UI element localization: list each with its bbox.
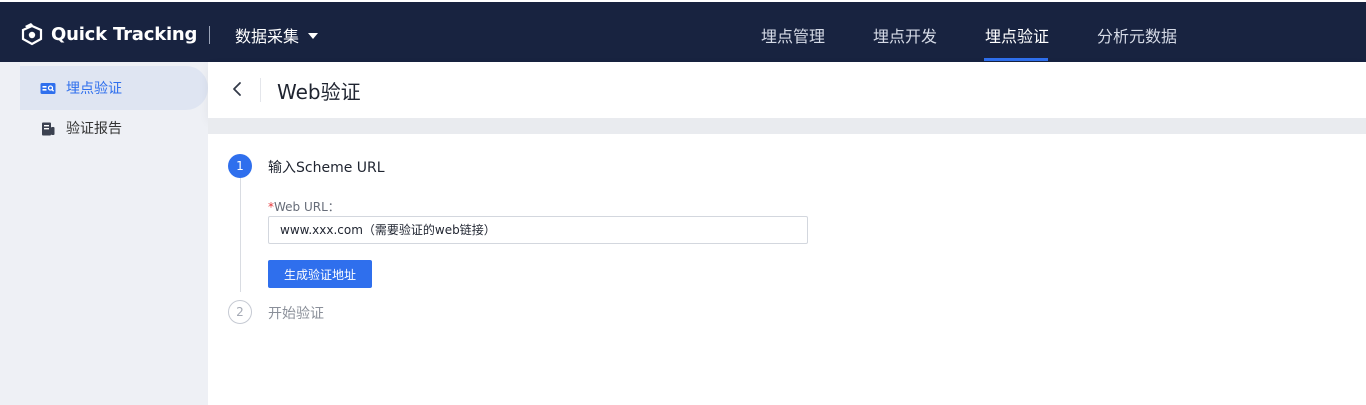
step-1-title: 输入Scheme URL <box>268 160 385 176</box>
nav-item-analysis-metadata[interactable]: 分析元数据 <box>1097 23 1177 47</box>
web-url-label: *Web URL： <box>268 198 340 215</box>
caret-down-icon <box>308 33 319 39</box>
sidebar-item-tracking-verification[interactable]: 埋点验证 <box>20 66 208 110</box>
top-navigation-bar: Quick Tracking 数据采集 埋点管理 埋点开发 埋点验证 分析元数据 <box>0 0 1366 62</box>
id-card-icon <box>40 81 56 95</box>
step-1-indicator: 1 <box>228 154 252 178</box>
sidebar-item-label: 验证报告 <box>66 121 122 137</box>
web-url-label-text: Web URL： <box>274 200 340 214</box>
app-logo[interactable]: Quick Tracking <box>19 19 197 49</box>
nav-item-tracking-development[interactable]: 埋点开发 <box>873 23 937 47</box>
web-url-input[interactable] <box>268 216 808 244</box>
sidebar: 埋点验证 验证报告 <box>0 62 208 405</box>
nav-active-indicator <box>984 58 1048 61</box>
header-shadow-band <box>208 118 1366 134</box>
back-button[interactable] <box>228 78 248 100</box>
header-divider <box>260 78 261 102</box>
report-icon <box>40 121 56 136</box>
nav-item-tracking-verification[interactable]: 埋点验证 <box>985 23 1049 47</box>
module-switcher-label: 数据采集 <box>235 27 300 46</box>
step-connector <box>240 178 241 292</box>
sidebar-item-verification-report[interactable]: 验证报告 <box>20 106 208 150</box>
logo-divider <box>209 26 210 44</box>
step-2-title: 开始验证 <box>268 306 324 322</box>
quick-tracking-logo-icon <box>19 21 45 47</box>
step-2-indicator: 2 <box>228 300 252 324</box>
module-switcher[interactable]: 数据采集 <box>235 23 319 47</box>
generate-verification-url-button[interactable]: 生成验证地址 <box>268 260 372 288</box>
sidebar-item-label: 埋点验证 <box>66 81 122 97</box>
page-title: Web验证 <box>277 80 361 104</box>
page-header: Web验证 <box>208 62 1366 118</box>
chevron-left-icon <box>233 82 241 96</box>
nav-item-tracking-management[interactable]: 埋点管理 <box>761 23 825 47</box>
app-name: Quick Tracking <box>51 23 198 45</box>
